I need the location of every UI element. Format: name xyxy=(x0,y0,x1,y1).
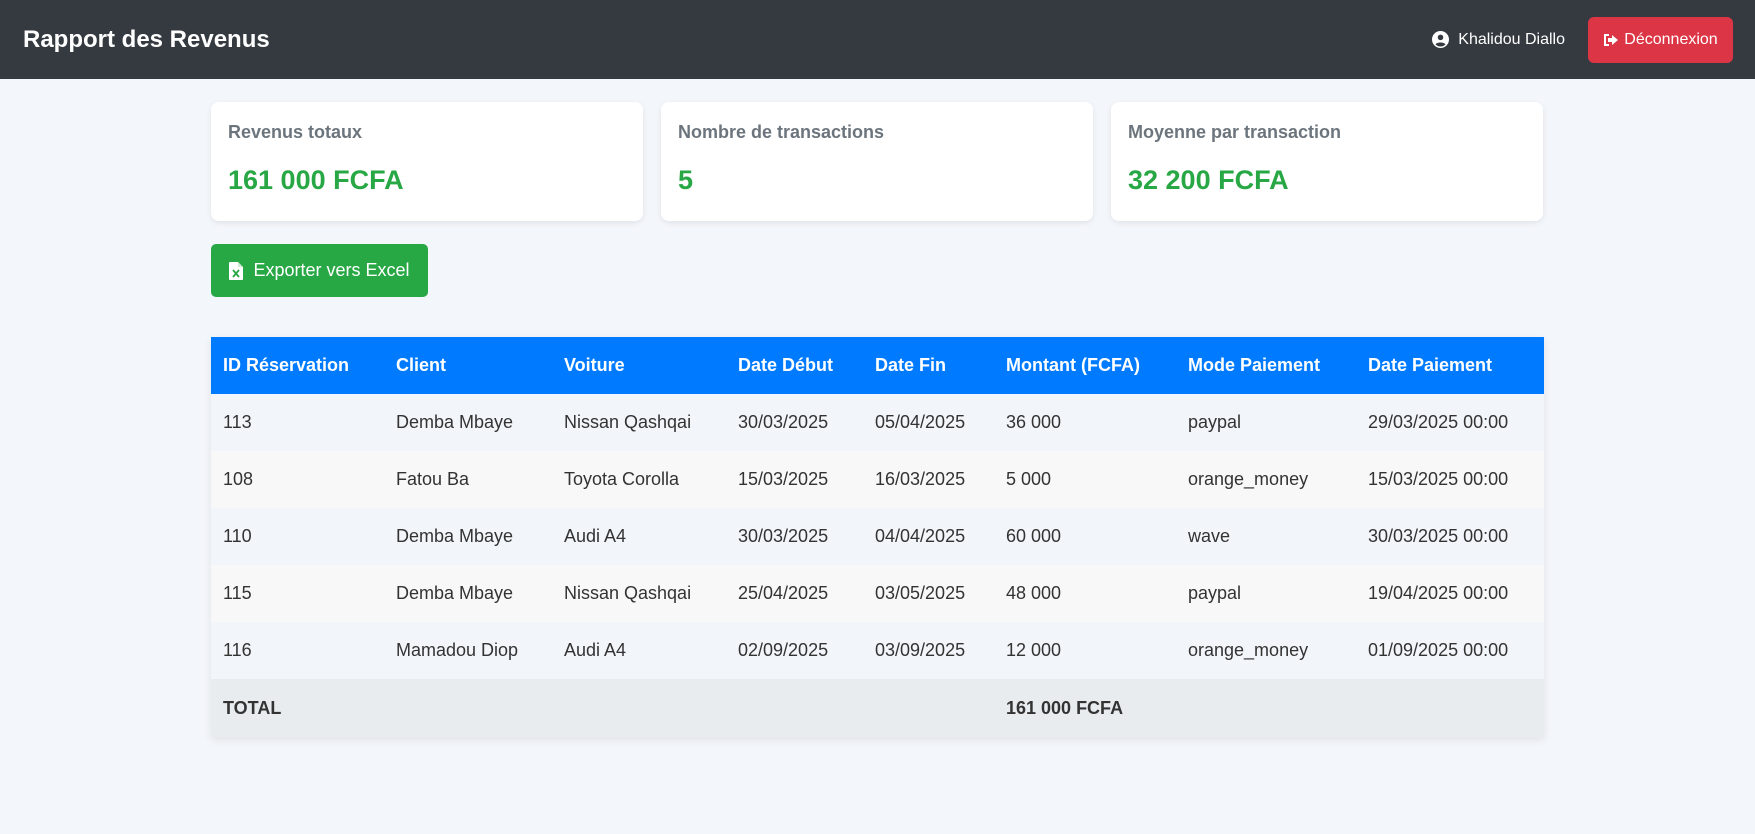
table-cell: Demba Mbaye xyxy=(384,565,552,622)
total-label: TOTAL xyxy=(211,679,384,737)
table-cell xyxy=(1176,679,1356,737)
table-cell: Toyota Corolla xyxy=(552,451,726,508)
table-cell xyxy=(863,679,994,737)
table-cell: wave xyxy=(1176,508,1356,565)
table-cell: 29/03/2025 00:00 xyxy=(1356,394,1544,451)
table-row: 108 Fatou Ba Toyota Corolla 15/03/2025 1… xyxy=(211,451,1544,508)
table-cell: 30/03/2025 xyxy=(726,508,863,565)
table-cell: 12 000 xyxy=(994,622,1176,679)
table-cell xyxy=(726,679,863,737)
table-cell: orange_money xyxy=(1176,622,1356,679)
table-cell: 36 000 xyxy=(994,394,1176,451)
table-cell: Audi A4 xyxy=(552,622,726,679)
table-cell: paypal xyxy=(1176,565,1356,622)
revenue-table: ID Réservation Client Voiture Date Début… xyxy=(211,337,1544,737)
file-excel-icon xyxy=(229,261,244,280)
column-header: Mode Paiement xyxy=(1176,337,1356,394)
top-navbar: Rapport des Revenus Khalidou Diallo Déco… xyxy=(0,0,1755,79)
table-cell: 60 000 xyxy=(994,508,1176,565)
table-cell: Nissan Qashqai xyxy=(552,394,726,451)
table-header-row: ID Réservation Client Voiture Date Début… xyxy=(211,337,1544,394)
column-header: Date Début xyxy=(726,337,863,394)
table-cell: paypal xyxy=(1176,394,1356,451)
stat-value: 161 000 FCFA xyxy=(228,165,404,195)
page-title: Rapport des Revenus xyxy=(23,25,270,53)
column-header: Date Paiement xyxy=(1356,337,1544,394)
revenue-table-container: ID Réservation Client Voiture Date Début… xyxy=(211,337,1544,737)
table-row: 110 Demba Mbaye Audi A4 30/03/2025 04/04… xyxy=(211,508,1544,565)
table-cell: 5 000 xyxy=(994,451,1176,508)
column-header: Client xyxy=(384,337,552,394)
table-cell: 05/04/2025 xyxy=(863,394,994,451)
stat-value: 32 200 FCFA xyxy=(1128,165,1289,195)
stat-label: Revenus totaux xyxy=(228,122,363,142)
column-header: ID Réservation xyxy=(211,337,384,394)
table-cell xyxy=(384,679,552,737)
stat-label: Moyenne par transaction xyxy=(1128,122,1342,142)
table-cell: 110 xyxy=(211,508,384,565)
logout-label: Déconnexion xyxy=(1624,30,1718,48)
stat-card-total-revenue: Revenus totaux 161 000 FCFA xyxy=(211,102,643,221)
table-cell: 03/09/2025 xyxy=(863,622,994,679)
table-cell: 02/09/2025 xyxy=(726,622,863,679)
table-cell: 30/03/2025 xyxy=(726,394,863,451)
table-cell: Demba Mbaye xyxy=(384,394,552,451)
stat-label: Nombre de transactions xyxy=(678,122,885,142)
table-row: 115 Demba Mbaye Nissan Qashqai 25/04/202… xyxy=(211,565,1544,622)
column-header: Voiture xyxy=(552,337,726,394)
table-cell: 19/04/2025 00:00 xyxy=(1356,565,1544,622)
table-cell: 116 xyxy=(211,622,384,679)
table-cell: Fatou Ba xyxy=(384,451,552,508)
stat-card-average: Moyenne par transaction 32 200 FCFA xyxy=(1111,102,1543,221)
navbar-right: Khalidou Diallo Déconnexion xyxy=(1432,16,1733,63)
table-cell: 03/05/2025 xyxy=(863,565,994,622)
table-cell: 48 000 xyxy=(994,565,1176,622)
table-cell: 15/03/2025 00:00 xyxy=(1356,451,1544,508)
table-cell: 04/04/2025 xyxy=(863,508,994,565)
table-cell: 16/03/2025 xyxy=(863,451,994,508)
table-row: 116 Mamadou Diop Audi A4 02/09/2025 03/0… xyxy=(211,622,1544,679)
table-cell: 01/09/2025 00:00 xyxy=(1356,622,1544,679)
table-row: 113 Demba Mbaye Nissan Qashqai 30/03/202… xyxy=(211,394,1544,451)
column-header: Montant (FCFA) xyxy=(994,337,1176,394)
logout-button[interactable]: Déconnexion xyxy=(1588,16,1733,63)
sign-out-icon xyxy=(1604,33,1619,46)
stat-value: 5 xyxy=(678,165,694,195)
table-cell: orange_money xyxy=(1176,451,1356,508)
user-circle-icon xyxy=(1432,31,1450,48)
user-info: Khalidou Diallo xyxy=(1432,31,1565,49)
stat-card-transaction-count: Nombre de transactions 5 xyxy=(661,102,1093,221)
column-header: Date Fin xyxy=(863,337,994,394)
table-cell: 25/04/2025 xyxy=(726,565,863,622)
export-label: Exporter vers Excel xyxy=(253,260,410,280)
table-total-row: TOTAL 161 000 FCFA xyxy=(211,679,1544,737)
table-cell: 15/03/2025 xyxy=(726,451,863,508)
table-cell: 30/03/2025 00:00 xyxy=(1356,508,1544,565)
table-cell: 115 xyxy=(211,565,384,622)
table-cell: 108 xyxy=(211,451,384,508)
table-cell: Nissan Qashqai xyxy=(552,565,726,622)
total-value: 161 000 FCFA xyxy=(994,679,1176,737)
table-cell xyxy=(552,679,726,737)
table-cell: Mamadou Diop xyxy=(384,622,552,679)
table-cell: 113 xyxy=(211,394,384,451)
table-cell: Audi A4 xyxy=(552,508,726,565)
user-name: Khalidou Diallo xyxy=(1458,30,1565,48)
export-excel-button[interactable]: Exporter vers Excel xyxy=(211,244,428,297)
table-cell: Demba Mbaye xyxy=(384,508,552,565)
table-cell xyxy=(1356,679,1544,737)
stats-cards: Revenus totaux 161 000 FCFA Nombre de tr… xyxy=(211,102,1543,221)
